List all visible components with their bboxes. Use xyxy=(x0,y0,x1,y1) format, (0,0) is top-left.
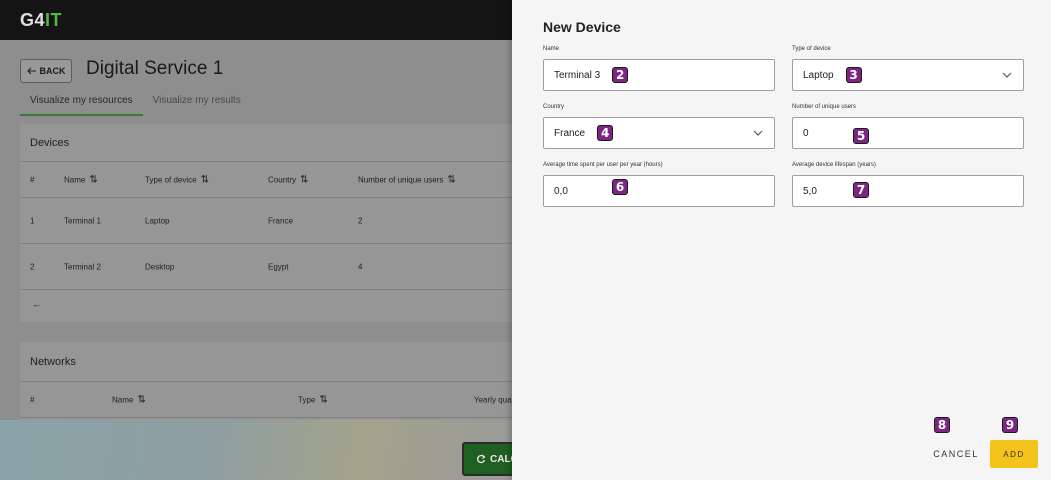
col-name-label: Name xyxy=(64,175,86,184)
networks-title: Networks xyxy=(20,342,512,382)
time-spent-input[interactable]: 0,0 6 xyxy=(543,175,775,207)
sort-icon[interactable]: ⇅ xyxy=(319,394,327,405)
name-value: Terminal 3 xyxy=(554,69,601,81)
col-number: # xyxy=(30,395,35,404)
users-field-group: Number of unique users 0 5 xyxy=(792,104,1024,149)
lifespan-value: 5,0 xyxy=(803,185,817,197)
col-type[interactable]: Type ⇅ xyxy=(298,394,328,405)
marker-badge: 5 xyxy=(853,128,869,144)
col-yearly: Yearly qua xyxy=(474,395,512,404)
marker-badge: 9 xyxy=(1002,417,1018,433)
col-name[interactable]: Name ⇅ xyxy=(112,394,146,405)
col-country-label: Country xyxy=(268,175,297,184)
name-input[interactable]: Terminal 3 2 xyxy=(543,59,775,91)
col-type-label: Type of device xyxy=(145,175,197,184)
name-label: Name xyxy=(543,46,560,52)
row-type: Desktop xyxy=(145,262,175,271)
calculate-label: CALC xyxy=(490,453,512,465)
marker-badge: 6 xyxy=(612,179,628,195)
page-title: Digital Service 1 xyxy=(86,58,224,79)
time-value: 0,0 xyxy=(554,185,568,197)
users-label: Number of unique users xyxy=(792,104,857,110)
sort-icon[interactable]: ⇅ xyxy=(447,174,455,185)
networks-table-header: # Name ⇅ Type ⇅ Yearly qua xyxy=(20,382,512,418)
row-name: Terminal 1 xyxy=(64,216,101,225)
devices-table-header: # Name ⇅ Type of device ⇅ Country ⇅ Number … xyxy=(20,162,512,198)
lifespan-input[interactable]: 5,0 7 xyxy=(792,175,1024,207)
country-field-group: Country France 4 xyxy=(543,104,775,149)
row-users: 2 xyxy=(358,216,363,225)
sort-icon[interactable]: ⇅ xyxy=(89,174,97,185)
marker-badge: 2 xyxy=(612,67,629,83)
type-field-group: Type of device Laptop 3 xyxy=(792,46,1024,91)
name-field-group: Name Terminal 3 2 xyxy=(543,46,775,91)
tab-visualize-resources[interactable]: Visualize my resources xyxy=(20,92,143,116)
col-users-label: Number of unique users xyxy=(358,175,444,184)
device-type-select[interactable]: Laptop 3 xyxy=(792,59,1024,91)
row-number: 1 xyxy=(30,216,35,225)
type-label: Type of device xyxy=(792,46,831,52)
table-row[interactable]: 2 Terminal 2 Desktop Egypt 4 xyxy=(20,244,512,290)
marker-badge: 3 xyxy=(845,67,862,83)
row-number: 2 xyxy=(30,262,35,271)
marker-badge: 7 xyxy=(853,182,869,198)
col-country[interactable]: Country ⇅ xyxy=(268,174,308,185)
marker-badge: 8 xyxy=(934,417,950,433)
add-button[interactable]: ADD xyxy=(990,440,1038,468)
back-label: BACK xyxy=(39,66,66,76)
devices-pagination: ← xyxy=(20,290,512,320)
type-value: Laptop xyxy=(803,69,834,81)
country-label: Country xyxy=(543,104,565,110)
country-value: France xyxy=(554,127,586,139)
time-field-group: Average time spent per user per year (ho… xyxy=(543,162,775,207)
lifespan-field-group: Average device lifespan (years) 5,0 7 xyxy=(792,162,1024,207)
row-country: France xyxy=(268,216,293,225)
col-users[interactable]: Number of unique users ⇅ xyxy=(358,174,456,185)
unique-users-input[interactable]: 0 5 xyxy=(792,117,1024,149)
arrow-left-icon xyxy=(26,67,36,75)
devices-card: Devices # Name ⇅ Type of device ⇅ Country ⇅… xyxy=(20,124,512,322)
row-type: Laptop xyxy=(145,216,170,225)
background-app: G4IT BACK Digital Service 1 Visualize my… xyxy=(0,0,512,480)
col-name[interactable]: Name ⇅ xyxy=(64,174,98,185)
logo-highlight: IT xyxy=(45,10,63,30)
chevron-down-icon xyxy=(753,130,763,136)
new-device-panel: New Device Name Terminal 3 2 Type of dev… xyxy=(512,0,1051,480)
row-users: 4 xyxy=(358,262,363,271)
country-select[interactable]: France 4 xyxy=(543,117,775,149)
refresh-icon xyxy=(477,454,486,464)
cancel-button[interactable]: CANCEL xyxy=(926,441,986,467)
sort-icon[interactable]: ⇅ xyxy=(137,394,145,405)
lifespan-label: Average device lifespan (years) xyxy=(792,162,876,168)
calculate-button[interactable]: CALC xyxy=(462,442,512,476)
tab-visualize-results[interactable]: Visualize my results xyxy=(143,92,251,116)
marker-badge: 4 xyxy=(597,125,614,141)
logo-prefix: G4 xyxy=(20,10,46,30)
time-label: Average time spent per user per year (ho… xyxy=(543,162,663,168)
back-button[interactable]: BACK xyxy=(20,59,72,83)
table-row[interactable]: 1 Terminal 1 Laptop France 2 xyxy=(20,198,512,244)
chevron-down-icon xyxy=(1002,72,1012,78)
resource-tabs: Visualize my resources Visualize my resu… xyxy=(20,92,251,116)
prev-page-arrow-icon[interactable]: ← xyxy=(32,300,42,311)
decorative-background xyxy=(0,420,512,480)
col-number: # xyxy=(30,175,35,184)
devices-title: Devices xyxy=(20,124,512,162)
col-type[interactable]: Type of device ⇅ xyxy=(145,174,209,185)
row-country: Egypt xyxy=(268,262,289,271)
col-type-label: Type xyxy=(298,395,316,404)
panel-title: New Device xyxy=(543,19,621,35)
users-value: 0 xyxy=(803,127,809,139)
sort-icon[interactable]: ⇅ xyxy=(201,174,209,185)
app-logo[interactable]: G4IT xyxy=(20,10,62,31)
row-name: Terminal 2 xyxy=(64,262,101,271)
col-name-label: Name xyxy=(112,395,134,404)
sort-icon[interactable]: ⇅ xyxy=(300,174,308,185)
top-bar: G4IT xyxy=(0,0,512,40)
